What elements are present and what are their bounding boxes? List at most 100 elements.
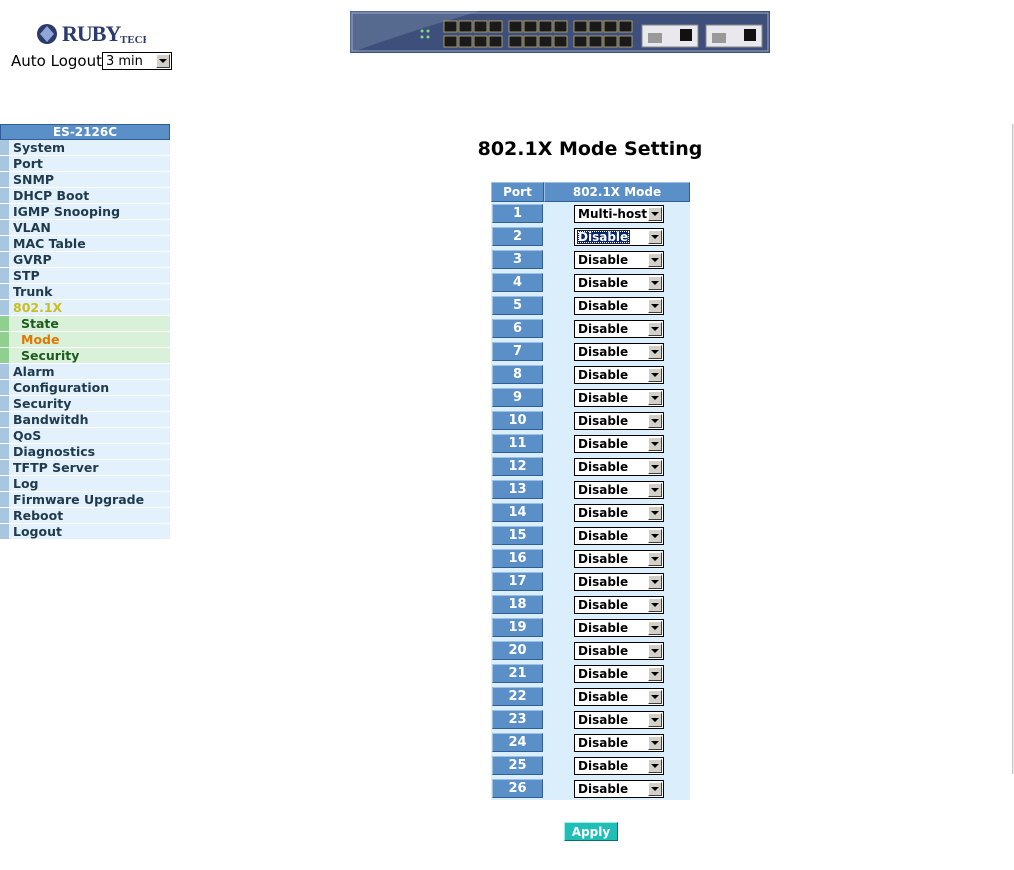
mode-cell: Disable — [544, 547, 690, 570]
sidebar-item-bandwitdh[interactable]: Bandwitdh — [0, 412, 170, 428]
mode-select[interactable]: Disable — [574, 273, 664, 292]
table-row: 16 Disable — [491, 547, 690, 570]
mode-select[interactable]: Disable — [574, 480, 664, 499]
sidebar-item-security[interactable]: Security — [0, 396, 170, 412]
mode-select[interactable]: Disable — [574, 572, 664, 591]
dropdown-arrow-icon[interactable] — [155, 54, 170, 68]
sidebar-item-dhcp-boot[interactable]: DHCP Boot — [0, 188, 170, 204]
mode-select[interactable]: Disable — [574, 434, 664, 453]
mode-select[interactable]: Disable — [574, 250, 664, 269]
mode-select[interactable]: Disable — [574, 549, 664, 568]
sidebar-subitem-mode[interactable]: Mode — [0, 332, 170, 348]
mode-select[interactable]: Disable — [574, 388, 664, 407]
sidebar-item-vlan[interactable]: VLAN — [0, 220, 170, 236]
dropdown-arrow-icon[interactable] — [648, 620, 662, 635]
mode-select[interactable]: Disable — [574, 756, 664, 775]
apply-button[interactable]: Apply — [564, 822, 618, 841]
port-cell: 4 — [491, 271, 544, 294]
mode-select[interactable]: Multi-host — [574, 204, 664, 223]
mode-cell: Disable — [544, 409, 690, 432]
mode-select[interactable]: Disable — [574, 710, 664, 729]
sidebar-item-diagnostics[interactable]: Diagnostics — [0, 444, 170, 460]
dropdown-arrow-icon[interactable] — [648, 459, 662, 474]
menu-marker-icon — [0, 332, 9, 347]
mode-select[interactable]: Disable — [574, 526, 664, 545]
mode-select[interactable]: Disable — [574, 296, 664, 315]
dropdown-arrow-icon[interactable] — [648, 367, 662, 382]
sidebar-item-configuration[interactable]: Configuration — [0, 380, 170, 396]
dropdown-arrow-icon[interactable] — [648, 551, 662, 566]
mode-cell: Disable — [544, 294, 690, 317]
mode-select[interactable]: Disable — [574, 641, 664, 660]
mode-cell: Disable — [544, 340, 690, 363]
port-number: 16 — [492, 549, 543, 568]
sidebar-item-mac-table[interactable]: MAC Table — [0, 236, 170, 252]
sidebar-item-snmp[interactable]: SNMP — [0, 172, 170, 188]
auto-logout-row: Auto Logout 3 min — [11, 52, 172, 70]
port-cell: 20 — [491, 639, 544, 662]
dropdown-arrow-icon[interactable] — [648, 206, 662, 221]
mode-select[interactable]: Disable — [574, 503, 664, 522]
mode-select-value: Disable — [578, 367, 629, 382]
mode-select[interactable]: Disable — [574, 365, 664, 384]
mode-select[interactable]: Disable — [574, 779, 664, 798]
mode-select[interactable]: Disable — [574, 687, 664, 706]
port-number: 25 — [492, 756, 543, 775]
mode-cell: Disable — [544, 478, 690, 501]
mode-select[interactable]: Disable — [574, 618, 664, 637]
dropdown-arrow-icon[interactable] — [648, 413, 662, 428]
dropdown-arrow-icon[interactable] — [648, 781, 662, 796]
mode-select[interactable]: Disable — [574, 319, 664, 338]
dropdown-arrow-icon[interactable] — [648, 436, 662, 451]
dropdown-arrow-icon[interactable] — [648, 482, 662, 497]
dropdown-arrow-icon[interactable] — [648, 344, 662, 359]
sidebar-item-igmp-snooping[interactable]: IGMP Snooping — [0, 204, 170, 220]
sidebar-item-system[interactable]: System — [0, 140, 170, 156]
mode-select[interactable]: Disable — [574, 342, 664, 361]
sidebar-item-firmware-upgrade[interactable]: Firmware Upgrade — [0, 492, 170, 508]
dropdown-arrow-icon[interactable] — [648, 321, 662, 336]
sidebar-item-802-1x[interactable]: 802.1X — [0, 300, 170, 316]
sidebar-item-stp[interactable]: STP — [0, 268, 170, 284]
mode-select-value: Disable — [578, 505, 629, 520]
sidebar-item-reboot[interactable]: Reboot — [0, 508, 170, 524]
dropdown-arrow-icon[interactable] — [648, 735, 662, 750]
mode-select[interactable]: Disable — [574, 411, 664, 430]
menu-marker-icon — [0, 524, 9, 539]
sidebar-subitem-state[interactable]: State — [0, 316, 170, 332]
sidebar-item-logout[interactable]: Logout — [0, 524, 170, 540]
sidebar-item-gvrp[interactable]: GVRP — [0, 252, 170, 268]
sidebar-item-label: STP — [13, 268, 40, 283]
dropdown-arrow-icon[interactable] — [648, 666, 662, 681]
sidebar-item-log[interactable]: Log — [0, 476, 170, 492]
sidebar-item-trunk[interactable]: Trunk — [0, 284, 170, 300]
menu-marker-icon — [0, 284, 9, 299]
dropdown-arrow-icon[interactable] — [648, 298, 662, 313]
auto-logout-select[interactable]: 3 min — [101, 52, 172, 70]
sidebar-item-qos[interactable]: QoS — [0, 428, 170, 444]
auto-logout-value: 3 min — [105, 53, 143, 69]
mode-select[interactable]: Disable — [574, 227, 664, 246]
sidebar-item-port[interactable]: Port — [0, 156, 170, 172]
dropdown-arrow-icon[interactable] — [648, 643, 662, 658]
sidebar-item-tftp-server[interactable]: TFTP Server — [0, 460, 170, 476]
sidebar-item-alarm[interactable]: Alarm — [0, 364, 170, 380]
mode-select[interactable]: Disable — [574, 733, 664, 752]
dropdown-arrow-icon[interactable] — [648, 505, 662, 520]
mode-select[interactable]: Disable — [574, 664, 664, 683]
dropdown-arrow-icon[interactable] — [648, 597, 662, 612]
port-cell: 12 — [491, 455, 544, 478]
mode-select[interactable]: Disable — [574, 457, 664, 476]
mode-select[interactable]: Disable — [574, 595, 664, 614]
sidebar-subitem-security[interactable]: Security — [0, 348, 170, 364]
dropdown-arrow-icon[interactable] — [648, 390, 662, 405]
dropdown-arrow-icon[interactable] — [648, 689, 662, 704]
table-row: 20 Disable — [491, 639, 690, 662]
dropdown-arrow-icon[interactable] — [648, 229, 662, 244]
dropdown-arrow-icon[interactable] — [648, 712, 662, 727]
dropdown-arrow-icon[interactable] — [648, 528, 662, 543]
dropdown-arrow-icon[interactable] — [648, 574, 662, 589]
dropdown-arrow-icon[interactable] — [648, 275, 662, 290]
dropdown-arrow-icon[interactable] — [648, 252, 662, 267]
dropdown-arrow-icon[interactable] — [648, 758, 662, 773]
